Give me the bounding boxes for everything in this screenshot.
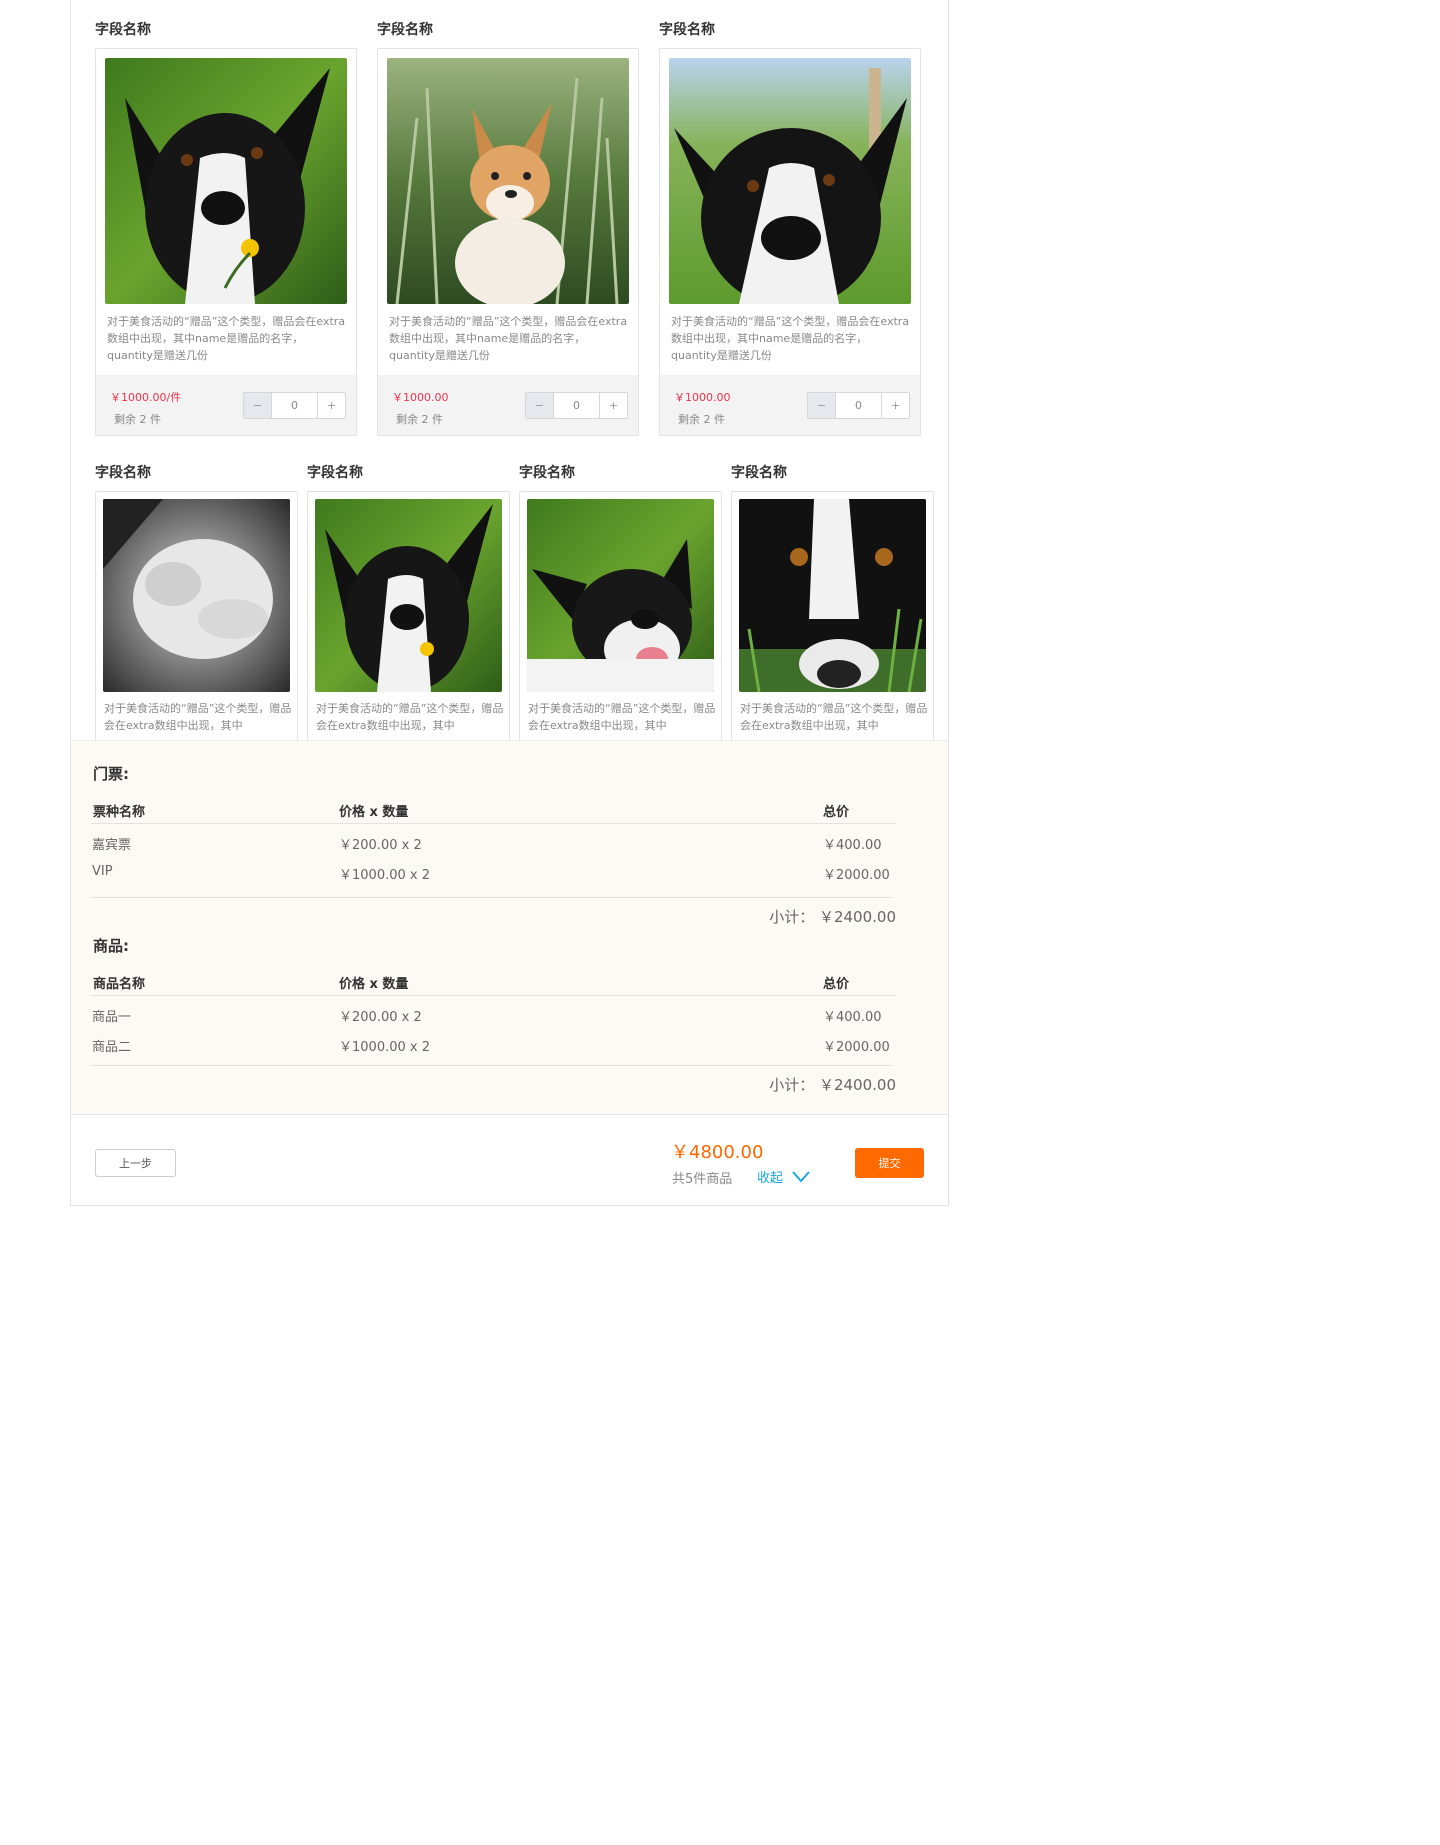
field-label: 字段名称 xyxy=(377,22,433,38)
product-description: 对于美食活动的“赠品”这个类型，赠品会在extra数组中出现，其中 xyxy=(528,702,716,732)
ticket-total-header: 总价 xyxy=(823,805,850,820)
order-summary: 门票: 票种名称 价格 x 数量 总价 嘉宾票 ￥200.00 x 2 ￥400… xyxy=(71,740,948,1115)
collapse-label: 收起 xyxy=(757,1171,784,1186)
header-divider xyxy=(91,995,896,996)
previous-step-button[interactable]: 上一步 xyxy=(95,1149,176,1177)
goods-subtotal: 小计： ￥2400.00 xyxy=(769,1076,896,1094)
goods-name-header: 商品名称 xyxy=(93,977,146,992)
product-price: ￥1000.00 xyxy=(674,391,731,404)
chevron-down-icon xyxy=(792,1170,810,1183)
order-total: ￥4800.00 xyxy=(671,1142,764,1163)
dog-photo xyxy=(105,58,347,304)
quantity-input[interactable]: 0 xyxy=(554,393,599,418)
rows-divider xyxy=(90,897,893,898)
product-card: 对于美食活动的“赠品”这个类型，赠品会在extra数组中出现，其中 xyxy=(731,491,934,751)
product-description: 对于美食活动的“赠品”这个类型，赠品会在extra数组中出现，其中 xyxy=(316,702,504,732)
field-label: 字段名称 xyxy=(95,22,151,38)
rows-divider xyxy=(90,1065,893,1066)
dog-photo xyxy=(739,499,926,692)
quantity-input[interactable]: 0 xyxy=(272,393,317,418)
ticket-name-header: 票种名称 xyxy=(93,805,146,820)
decrease-button[interactable]: − xyxy=(244,393,272,418)
stock-remaining: 剩余 2 件 xyxy=(678,413,725,426)
product-card: 对于美食活动的“赠品”这个类型，赠品会在extra数组中出现，其中 xyxy=(519,491,722,751)
card-footer: ￥1000.00 剩余 2 件 − 0 + xyxy=(378,375,638,435)
card-footer: ￥1000.00/件 剩余 2 件 − 0 + xyxy=(96,375,356,435)
dog-photo xyxy=(315,499,502,692)
product-card: 对于美食活动的“赠品”这个类型，赠品会在extra数组中出现，其中name是赠品… xyxy=(377,48,639,436)
product-card: 对于美食活动的“赠品”这个类型，赠品会在extra数组中出现，其中name是赠品… xyxy=(95,48,357,436)
quantity-stepper: − 0 + xyxy=(807,392,910,419)
product-description: 对于美食活动的“赠品”这个类型，赠品会在extra数组中出现，其中name是赠品… xyxy=(671,315,910,362)
ticket-row-price: ￥1000.00 x 2 xyxy=(339,868,430,883)
ticket-row-name: VIP xyxy=(92,864,113,879)
goods-price-header: 价格 x 数量 xyxy=(339,977,409,992)
goods-total-header: 总价 xyxy=(823,977,850,992)
product-card: 对于美食活动的“赠品”这个类型，赠品会在extra数组中出现，其中 xyxy=(95,491,298,751)
field-label: 字段名称 xyxy=(307,465,363,481)
ticket-row-total: ￥400.00 xyxy=(823,838,882,853)
field-label: 字段名称 xyxy=(95,465,151,481)
ticket-row-price: ￥200.00 x 2 xyxy=(339,838,422,853)
product-description: 对于美食活动的“赠品”这个类型，赠品会在extra数组中出现，其中 xyxy=(740,702,928,732)
dog-photo xyxy=(103,499,290,692)
dog-photo xyxy=(387,58,629,304)
product-price: ￥1000.00/件 xyxy=(110,391,182,404)
product-card: 对于美食活动的“赠品”这个类型，赠品会在extra数组中出现，其中 xyxy=(307,491,510,751)
decrease-button[interactable]: − xyxy=(526,393,554,418)
collapse-toggle[interactable]: 收起 xyxy=(757,1167,811,1186)
goods-title: 商品: xyxy=(93,937,129,955)
ticket-row-total: ￥2000.00 xyxy=(823,868,890,883)
goods-row-name: 商品一 xyxy=(92,1010,132,1025)
product-price: ￥1000.00 xyxy=(392,391,449,404)
submit-button[interactable]: 提交 xyxy=(855,1148,924,1178)
goods-row-price: ￥1000.00 x 2 xyxy=(339,1040,430,1055)
product-description: 对于美食活动的“赠品”这个类型，赠品会在extra数组中出现，其中 xyxy=(104,702,292,732)
header-divider xyxy=(91,823,896,824)
quantity-input[interactable]: 0 xyxy=(836,393,881,418)
field-label: 字段名称 xyxy=(731,465,787,481)
ticket-row-name: 嘉宾票 xyxy=(92,838,132,853)
stock-remaining: 剩余 2 件 xyxy=(396,413,443,426)
card-footer: ￥1000.00 剩余 2 件 − 0 + xyxy=(660,375,920,435)
stock-remaining: 剩余 2 件 xyxy=(114,413,161,426)
goods-row-name: 商品二 xyxy=(92,1040,132,1055)
item-count: 共5件商品 xyxy=(672,1172,733,1187)
dog-photo xyxy=(669,58,911,304)
product-description: 对于美食活动的“赠品”这个类型，赠品会在extra数组中出现，其中name是赠品… xyxy=(107,315,346,362)
goods-row-total: ￥2000.00 xyxy=(823,1040,890,1055)
decrease-button[interactable]: − xyxy=(808,393,836,418)
tickets-subtotal: 小计： ￥2400.00 xyxy=(769,908,896,926)
dog-photo xyxy=(527,499,714,692)
order-panel: 字段名称 字段名称 字段名称 对于美食活动的“赠品”这个类型，赠品会在extra… xyxy=(70,0,949,1206)
field-label: 字段名称 xyxy=(519,465,575,481)
ticket-price-header: 价格 x 数量 xyxy=(339,805,409,820)
field-label: 字段名称 xyxy=(659,22,715,38)
increase-button[interactable]: + xyxy=(317,393,345,418)
action-bar: 上一步 ￥4800.00 共5件商品 收起 提交 xyxy=(71,1115,948,1205)
goods-row-price: ￥200.00 x 2 xyxy=(339,1010,422,1025)
tickets-title: 门票: xyxy=(93,765,129,783)
goods-row-total: ￥400.00 xyxy=(823,1010,882,1025)
quantity-stepper: − 0 + xyxy=(243,392,346,419)
increase-button[interactable]: + xyxy=(881,393,909,418)
quantity-stepper: − 0 + xyxy=(525,392,628,419)
increase-button[interactable]: + xyxy=(599,393,627,418)
product-description: 对于美食活动的“赠品”这个类型，赠品会在extra数组中出现，其中name是赠品… xyxy=(389,315,628,362)
product-card: 对于美食活动的“赠品”这个类型，赠品会在extra数组中出现，其中name是赠品… xyxy=(659,48,921,436)
